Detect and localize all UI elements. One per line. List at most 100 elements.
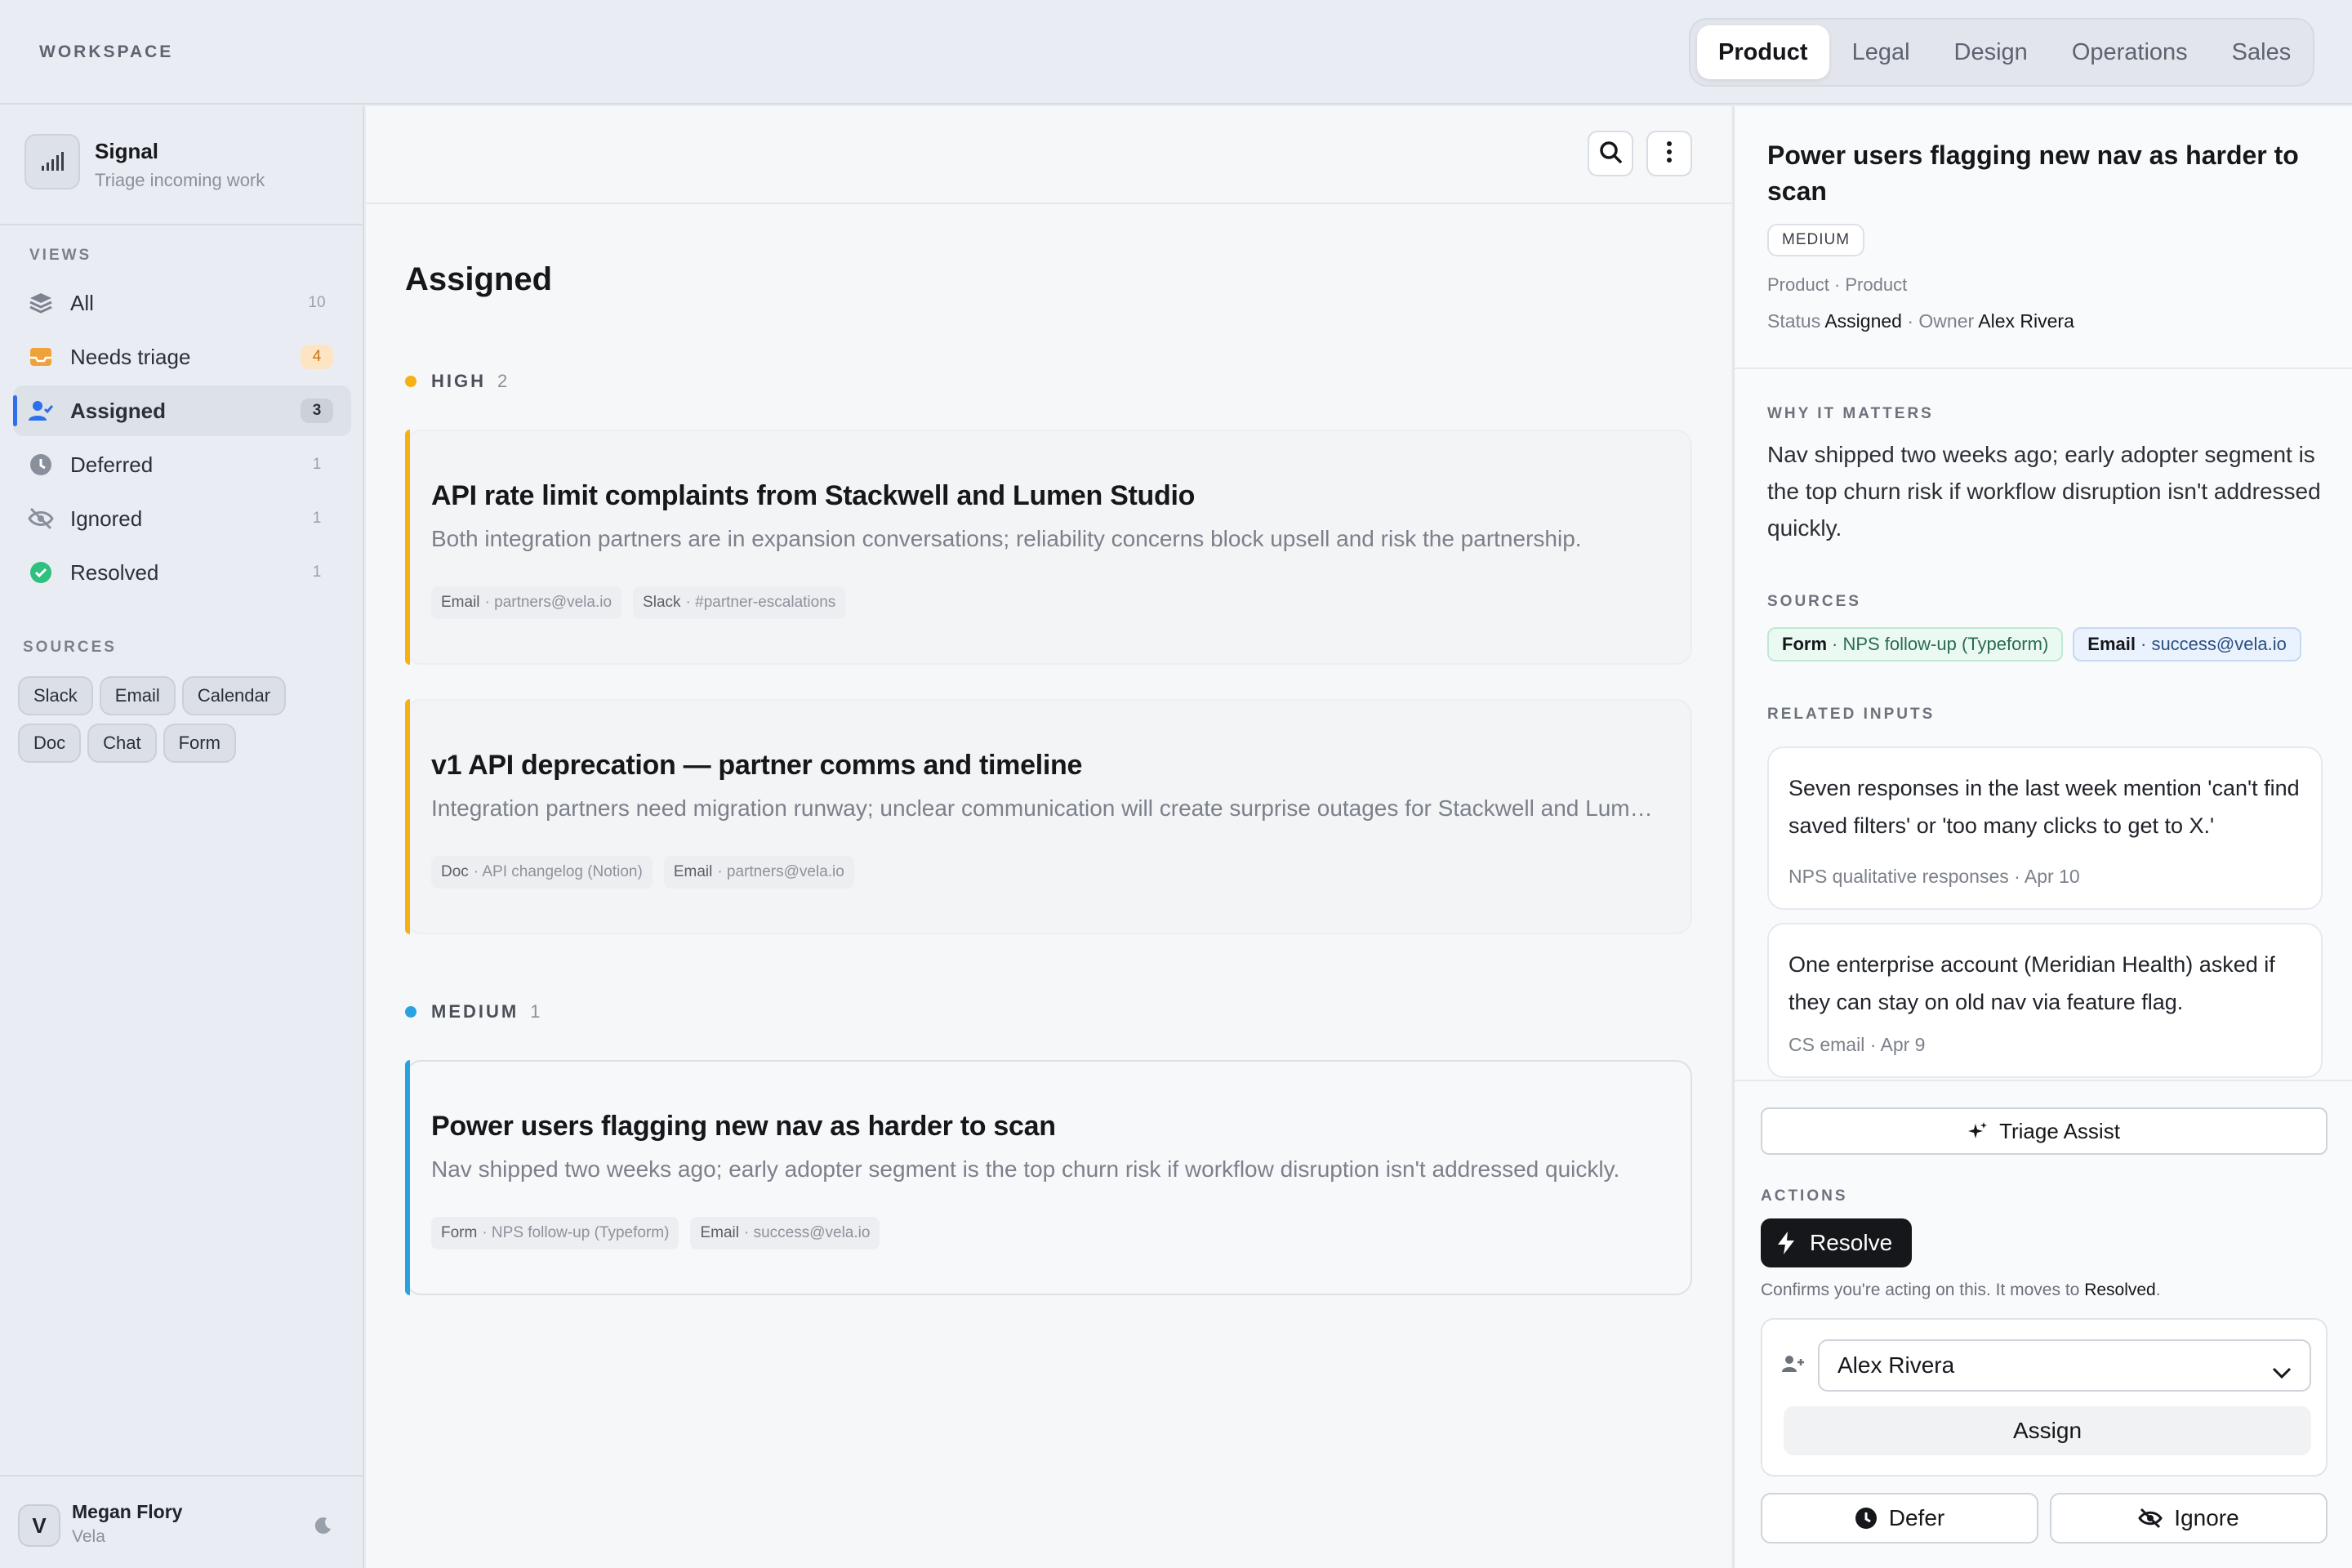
issue-card-selected[interactable]: Power users flagging new nav as harder t… (405, 1060, 1692, 1295)
app-name: Signal (95, 139, 159, 163)
issue-card[interactable]: v1 API deprecation — partner comms and t… (405, 699, 1692, 934)
main-toolbar (366, 106, 1731, 204)
sidebar-item-assigned[interactable]: Assigned 3 (13, 385, 351, 436)
lightning-icon (1775, 1231, 1797, 1255)
triage-assist-button[interactable]: Triage Assist (1761, 1107, 2328, 1155)
top-bar: WORKSPACE Product Legal Design Operation… (0, 0, 2352, 105)
moon-icon[interactable] (314, 1516, 333, 1539)
user-profile[interactable]: V Megan Flory Vela (0, 1475, 363, 1568)
sidebar-item-needs-triage[interactable]: Needs triage 4 (13, 332, 351, 382)
assign-box: Alex Rivera Assign (1761, 1318, 2328, 1477)
user-org: Vela (72, 1527, 105, 1546)
more-options-button[interactable] (1646, 131, 1692, 176)
group-count: 2 (497, 371, 508, 391)
sidebar-item-label: Assigned (70, 398, 167, 423)
related-text: Seven responses in the last week mention… (1788, 776, 2300, 838)
inbox-icon (28, 344, 54, 370)
count-badge: 3 (301, 399, 333, 423)
source-chip-form[interactable]: Form (163, 724, 236, 763)
card-description: Integration partners need migration runw… (431, 795, 1664, 821)
sources-label: SOURCES (23, 639, 117, 656)
detail-sources: Form · NPS follow-up (Typeform) Email · su… (1767, 627, 2311, 662)
group-header-high: HIGH 2 (405, 371, 507, 392)
detail-panel: Power users flagging new nav as harder t… (1733, 106, 2352, 1568)
avatar: V (18, 1504, 60, 1547)
card-title: API rate limit complaints from Stackwell… (431, 480, 1196, 511)
sidebar: Signal Triage incoming work VIEWS All 10… (0, 106, 364, 1568)
group-count: 1 (530, 1001, 541, 1022)
tab-operations[interactable]: Operations (2051, 25, 2209, 79)
card-sources: Email · partners@vela.io Slack · #partner-… (431, 586, 857, 619)
related-source: CS email · Apr 9 (1788, 1034, 1926, 1055)
status-value: Assigned (1824, 310, 1902, 332)
search-button[interactable] (1588, 131, 1633, 176)
workspace-label: WORKSPACE (39, 42, 174, 61)
priority-dot (405, 376, 416, 387)
card-sources: Doc · API changelog (Notion) Email · partn… (431, 856, 866, 889)
sidebar-item-ignored[interactable]: Ignored 1 (13, 493, 351, 544)
actions-panel: Triage Assist ACTIONS Resolve Confirms y… (1735, 1080, 2352, 1568)
source-tag: Email · partners@vela.io (663, 856, 854, 889)
related-source: NPS qualitative responses · Apr 10 (1788, 866, 2080, 887)
count-badge: 1 (312, 564, 322, 581)
source-tag: Slack · #partner-escalations (633, 586, 846, 619)
count-badge: 10 (308, 294, 326, 311)
issue-card[interactable]: API rate limit complaints from Stackwell… (405, 430, 1692, 665)
app-subtitle: Triage incoming work (95, 170, 265, 190)
related-input-card[interactable]: Seven responses in the last week mention… (1767, 746, 2323, 910)
ignore-button[interactable]: Ignore (2050, 1493, 2328, 1544)
tab-legal[interactable]: Legal (1831, 25, 1931, 79)
sidebar-item-label: Needs triage (70, 344, 191, 369)
check-circle-icon (28, 559, 54, 586)
priority-bar (405, 1060, 410, 1295)
chevron-down-icon (2272, 1359, 2292, 1385)
source-tag: Email · success@vela.io (690, 1217, 880, 1250)
source-tag: Doc · API changelog (Notion) (431, 856, 653, 889)
card-title: Power users flagging new nav as harder t… (431, 1111, 1056, 1142)
group-name: MEDIUM (431, 1001, 519, 1022)
sidebar-item-resolved[interactable]: Resolved 1 (13, 547, 351, 598)
assign-button[interactable]: Assign (1784, 1406, 2311, 1455)
source-chip-doc[interactable]: Doc (18, 724, 82, 763)
source-chip-calendar[interactable]: Calendar (181, 676, 287, 715)
group-header-medium: MEDIUM 1 (405, 1001, 540, 1022)
why-label: WHY IT MATTERS (1767, 405, 1934, 422)
detail-status-line: Status Assigned · Owner Alex Rivera (1767, 310, 2074, 332)
detail-category: Product · Product (1767, 274, 1908, 295)
source-chip-slack[interactable]: Slack (18, 676, 93, 715)
clock-icon (28, 452, 54, 478)
sidebar-item-label: Ignored (70, 506, 143, 531)
user-name: Megan Flory (72, 1501, 183, 1522)
source-tag-form[interactable]: Form · NPS follow-up (Typeform) (1767, 627, 2064, 662)
department-tabs: Product Legal Design Operations Sales (1689, 18, 2314, 87)
source-tag-email[interactable]: Email · success@vela.io (2073, 627, 2301, 662)
card-description: Nav shipped two weeks ago; early adopter… (431, 1156, 1620, 1182)
tab-sales[interactable]: Sales (2211, 25, 2313, 79)
source-filters: Slack Email Calendar Doc Chat Form (18, 676, 345, 771)
main-content: Assigned HIGH 2 API rate limit complaint… (366, 106, 1731, 1568)
group-name: HIGH (431, 371, 486, 391)
views-nav: All 10 Needs triage 4 Assigned 3 Deferre… (13, 278, 351, 601)
tab-design[interactable]: Design (1933, 25, 2049, 79)
tab-product[interactable]: Product (1697, 25, 1829, 79)
related-input-card[interactable]: One enterprise account (Meridian Health)… (1767, 923, 2323, 1078)
priority-badge: MEDIUM (1767, 224, 1865, 256)
detail-title: Power users flagging new nav as harder t… (1767, 140, 2299, 206)
assignee-select[interactable]: Alex Rivera (1818, 1339, 2311, 1392)
defer-button[interactable]: Defer (1761, 1493, 2038, 1544)
views-label: VIEWS (29, 247, 92, 264)
source-chip-chat[interactable]: Chat (87, 724, 157, 763)
priority-bar (405, 430, 410, 665)
sidebar-item-deferred[interactable]: Deferred 1 (13, 439, 351, 490)
user-plus-icon (1782, 1354, 1805, 1378)
source-tag: Email · partners@vela.io (431, 586, 622, 619)
card-title: v1 API deprecation — partner comms and t… (431, 750, 1083, 781)
resolve-button[interactable]: Resolve (1761, 1218, 1913, 1267)
card-sources: Form · NPS follow-up (Typeform) Email · su… (431, 1217, 891, 1250)
sidebar-item-all[interactable]: All 10 (13, 278, 351, 328)
actions-label: ACTIONS (1761, 1187, 1848, 1205)
source-chip-email[interactable]: Email (99, 676, 176, 715)
sidebar-item-label: Resolved (70, 559, 159, 585)
sidebar-item-label: All (70, 290, 94, 315)
more-vertical-icon (1665, 140, 1673, 167)
